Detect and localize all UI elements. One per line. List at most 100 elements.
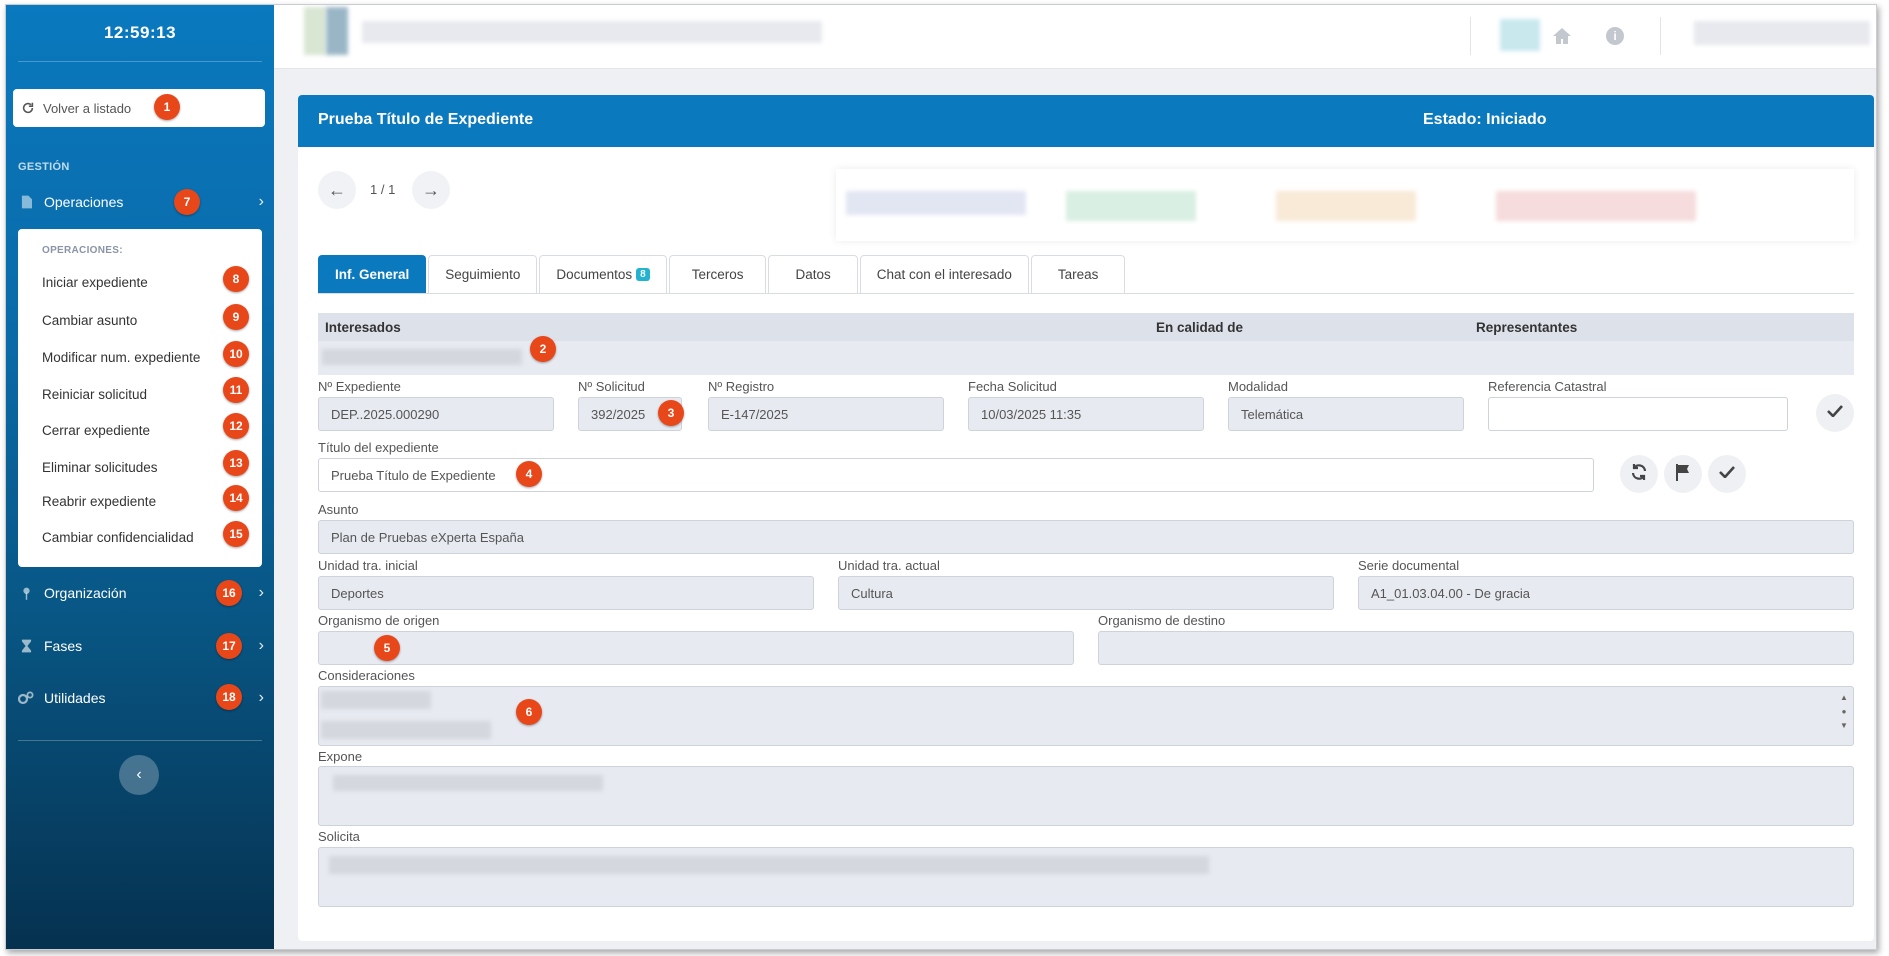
chevron-right-icon: › xyxy=(258,689,264,706)
tab-label: Documentos xyxy=(556,267,633,282)
registro-field[interactable]: E-147/2025 xyxy=(708,397,944,431)
flag-redacted xyxy=(1500,19,1540,51)
refresh-icon xyxy=(22,102,34,114)
callout-badge: 12 xyxy=(223,413,249,439)
prev-button[interactable]: ← xyxy=(318,171,356,209)
callout-badge: 7 xyxy=(174,189,200,215)
separator xyxy=(1470,17,1471,55)
card-header: Prueba Título de Expediente Estado: Inic… xyxy=(298,95,1874,147)
tab-documentos[interactable]: Documentos 8 xyxy=(539,255,667,293)
submenu-cerrar-expediente[interactable]: Cerrar expediente xyxy=(42,423,150,438)
callout-badge: 9 xyxy=(223,304,249,330)
hourglass-icon xyxy=(18,638,34,654)
document-icon xyxy=(18,194,34,210)
tab-label: Inf. General xyxy=(335,267,410,282)
check-icon xyxy=(1719,465,1735,483)
callout-badge: 15 xyxy=(223,521,249,547)
arrow-left-icon: ← xyxy=(328,179,346,200)
modalidad-field[interactable]: Telemática xyxy=(1228,397,1464,431)
tab-label: Seguimiento xyxy=(445,267,521,282)
scrollbar[interactable]: ▲ ● ▼ xyxy=(1839,691,1849,739)
redacted-block xyxy=(322,349,522,365)
submenu-iniciar-expediente[interactable]: Iniciar expediente xyxy=(42,275,148,290)
tab-bar: Inf. General Seguimiento Documentos 8 Ter… xyxy=(318,255,1127,293)
tab-seguimiento[interactable]: Seguimiento xyxy=(428,255,538,293)
unidad-inicial-field[interactable]: Deportes xyxy=(318,576,814,610)
consideraciones-textarea[interactable]: ▲ ● ▼ xyxy=(318,686,1854,746)
expone-textarea[interactable] xyxy=(318,766,1854,826)
label-titulo: Título del expediente xyxy=(318,440,439,455)
collapse-sidebar-button[interactable]: ‹ xyxy=(119,755,159,795)
titulo-field[interactable]: Prueba Título de Expediente xyxy=(318,458,1594,492)
submenu-eliminar-solicitudes[interactable]: Eliminar solicitudes xyxy=(42,460,158,475)
submenu-reabrir-expediente[interactable]: Reabrir expediente xyxy=(42,494,156,509)
sidebar-item-label: Fases xyxy=(44,638,83,654)
clock: 12:59:13 xyxy=(103,23,177,42)
callout-badge: 16 xyxy=(216,580,242,606)
tab-label: Terceros xyxy=(691,267,744,282)
col-calidad: En calidad de xyxy=(1156,320,1244,335)
tab-datos[interactable]: Datos xyxy=(768,255,858,293)
home-icon[interactable] xyxy=(1552,27,1572,47)
col-representantes: Representantes xyxy=(1476,320,1578,335)
chevron-left-icon: ‹ xyxy=(136,766,142,783)
catastral-field[interactable] xyxy=(1488,397,1788,431)
redacted-block xyxy=(846,191,1026,215)
flag-button[interactable] xyxy=(1664,455,1702,493)
next-button[interactable]: → xyxy=(412,171,450,209)
asunto-field[interactable]: Plan de Pruebas eXperta España xyxy=(318,520,1854,554)
submenu-title: OPERACIONES: xyxy=(42,245,123,256)
callout-badge: 18 xyxy=(216,684,242,710)
chevron-right-icon: › xyxy=(258,584,264,601)
submenu-cambiar-confidencialidad[interactable]: Cambiar confidencialidad xyxy=(42,530,194,545)
sidebar: 12:59:13 Volver a listado 1 GESTIÓN Oper… xyxy=(6,5,274,949)
redacted-block xyxy=(1276,191,1416,221)
tab-chat[interactable]: Chat con el interesado xyxy=(859,255,1029,293)
confirm-catastral-button[interactable] xyxy=(1816,394,1854,432)
callout-badge: 8 xyxy=(223,266,249,292)
label-org-origen: Organismo de origen xyxy=(318,613,440,628)
org-origen-field[interactable] xyxy=(318,631,1074,665)
info-icon[interactable]: i xyxy=(1606,27,1624,45)
check-icon xyxy=(1827,404,1843,422)
back-to-list-label: Volver a listado xyxy=(43,100,132,116)
sidebar-item-operaciones[interactable]: Operaciones › xyxy=(18,184,264,220)
refresh-icon xyxy=(1630,463,1648,486)
confirm-title-button[interactable] xyxy=(1708,455,1746,493)
submenu-cambiar-asunto[interactable]: Cambiar asunto xyxy=(42,313,137,328)
callout-badge: 14 xyxy=(223,485,249,511)
logo-redacted xyxy=(326,7,348,55)
label-unidad-actual: Unidad tra. actual xyxy=(838,558,940,573)
sidebar-item-label: Operaciones xyxy=(44,194,124,210)
section-gestion: GESTIÓN xyxy=(18,161,70,173)
submenu-reiniciar-solicitud[interactable]: Reiniciar solicitud xyxy=(42,387,147,402)
logo-redacted xyxy=(304,7,326,55)
redacted-block xyxy=(1496,191,1696,221)
callout-badge: 10 xyxy=(223,341,249,367)
tab-underline xyxy=(318,293,1854,294)
redacted-block xyxy=(1066,191,1196,221)
solicita-textarea[interactable] xyxy=(318,847,1854,907)
tab-tareas[interactable]: Tareas xyxy=(1030,255,1126,293)
chevron-right-icon: › xyxy=(258,193,264,210)
submenu-modificar-num[interactable]: Modificar num. expediente xyxy=(42,350,200,365)
org-destino-field[interactable] xyxy=(1098,631,1854,665)
col-interesados: Interesados xyxy=(325,320,401,335)
tab-terceros[interactable]: Terceros xyxy=(668,255,767,293)
arrow-right-icon: → xyxy=(422,179,440,200)
fecha-field[interactable]: 10/03/2025 11:35 xyxy=(968,397,1204,431)
page-title: Prueba Título de Expediente xyxy=(318,111,534,128)
tab-label: Datos xyxy=(795,267,831,282)
label-asunto: Asunto xyxy=(318,502,359,517)
serie-field[interactable]: A1_01.03.04.00 - De gracia xyxy=(1358,576,1854,610)
callout-badge: 6 xyxy=(516,699,542,725)
expediente-field[interactable]: DEP..2025.000290 xyxy=(318,397,554,431)
expediente-card: Prueba Título de Expediente Estado: Inic… xyxy=(298,95,1874,941)
tab-inf-general[interactable]: Inf. General xyxy=(318,255,427,293)
label-org-destino: Organismo de destino xyxy=(1098,613,1226,628)
unidad-actual-field[interactable]: Cultura xyxy=(838,576,1334,610)
label-unidad-inicial: Unidad tra. inicial xyxy=(318,558,418,573)
refresh-title-button[interactable] xyxy=(1620,455,1658,493)
progress-summary-redacted xyxy=(836,169,1854,241)
back-to-list-button[interactable]: Volver a listado xyxy=(13,89,265,127)
